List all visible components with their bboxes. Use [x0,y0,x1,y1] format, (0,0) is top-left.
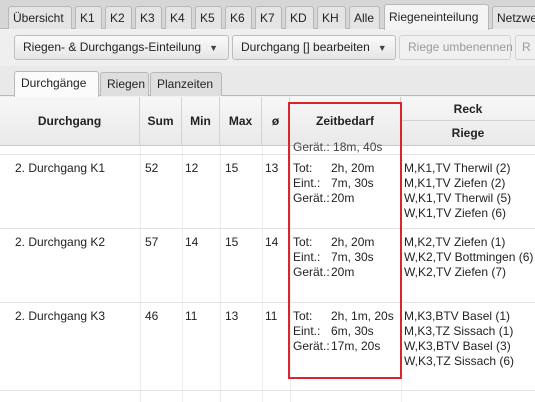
riegen-dropdown-label: Riegen- & Durchgangs-Einteilung [23,40,202,54]
riege-item[interactable]: W,K3,TZ Sissach (6) [404,354,514,369]
top-tab-bar: Übersicht K1 K2 K3 K4 K5 K6 K7 KD KH All… [0,0,535,30]
riege-item[interactable]: W,K2,TV Bottmingen (6) [404,250,533,265]
tab-k5[interactable]: K5 [195,6,222,29]
zeitbedarf-cell: Tot: 2h, 20m Eint.: 7m, 30s Gerät.:20m [293,161,375,206]
riege-item[interactable]: M,K1,TV Ziefen (2) [404,176,511,191]
sum-cell: 52 [145,161,159,175]
tab-k3[interactable]: K3 [135,6,162,29]
zeit-label: Gerät.: [293,265,330,279]
tab-netzwerk[interactable]: Netzwe [492,6,535,29]
zeit-label: Tot: [293,235,313,249]
tab-k6[interactable]: K6 [225,6,252,29]
zeit-value: 20m [331,191,355,205]
riege-item[interactable]: M,K3,TZ Sissach (1) [404,324,514,339]
tab-k4[interactable]: K4 [165,6,192,29]
table-header: Durchgang Sum Min Max ø Zeitbedarf Reck … [0,97,535,146]
zeit-value: 2h, 1m, 20s [331,309,394,323]
zeit-value: 2h, 20m [331,235,375,249]
riege-item[interactable]: W,K1,TV Therwil (5) [404,191,511,206]
durchgang-cell: 2. Durchgang K3 [15,309,106,323]
max-cell: 15 [225,235,239,249]
zeit-label: Tot: [293,161,313,175]
r-button[interactable]: R [515,35,535,60]
tab-uebersicht[interactable]: Übersicht [8,6,72,29]
tab-riegeneinteilung[interactable]: Riegeneinteilung [384,4,489,30]
header-reck[interactable]: Reck [401,97,535,121]
max-cell: 13 [225,309,239,323]
header-avg[interactable]: ø [262,97,290,146]
zeit-label: Gerät.: [293,191,330,205]
tab-kh[interactable]: KH [317,6,346,29]
zeit-value: 7m, 30s [331,250,374,264]
durchgang-dropdown-label: Durchgang [] bearbeiten [241,40,370,54]
avg-cell: 13 [265,161,279,175]
zeit-label: Tot: [293,309,313,323]
durchgang-cell: 2. Durchgang K1 [15,161,106,175]
sub-tab-bar: Durchgänge Riegen Planzeiten [0,66,535,97]
riege-item[interactable]: M,K1,TV Therwil (2) [404,161,511,176]
tab-kd[interactable]: KD [285,6,314,29]
zeitbedarf-cell: Tot: 2h, 20m Eint.: 7m, 30s Gerät.:20m [293,235,375,280]
header-riege[interactable]: Riege [401,121,535,146]
tab-riegen[interactable]: Riegen [100,72,149,96]
riege-item[interactable]: M,K2,TV Ziefen (1) [404,235,533,250]
header-max[interactable]: Max [220,97,262,146]
riege-item[interactable]: M,K3,BTV Basel (1) [404,309,514,324]
header-zeitbedarf[interactable]: Zeitbedarf [290,97,401,146]
riege-item[interactable]: W,K3,BTV Basel (3) [404,339,514,354]
zeit-label: Eint.: [293,324,321,338]
zeit-value: 2h, 20m [331,161,375,175]
sum-cell: 57 [145,235,159,249]
tab-k7[interactable]: K7 [255,6,282,29]
header-sum[interactable]: Sum [140,97,182,146]
riege-cell: M,K2,TV Ziefen (1) W,K2,TV Bottmingen (6… [404,235,533,280]
zeit-value: 17m, 20s [331,339,381,353]
min-cell: 12 [185,161,199,175]
tab-durchgaenge[interactable]: Durchgänge [14,71,99,97]
zeit-label: Gerät.: [293,339,330,353]
table-row[interactable]: 2. Durchgang K3 46 11 13 11 Tot: 2h, 1m, … [0,303,535,391]
tab-planzeiten[interactable]: Planzeiten [150,72,222,96]
riege-item[interactable]: W,K2,TV Ziefen (7) [404,265,533,280]
toolbar: Riegen- & Durchgangs-Einteilung ▼ Durchga… [0,30,535,66]
zeit-value: 7m, 30s [331,176,374,190]
min-cell: 14 [185,235,199,249]
avg-cell: 14 [265,235,279,249]
max-cell: 15 [225,161,239,175]
zeitbedarf-partial: Gerät.: 18m, 40s [293,140,383,154]
zeit-value: 20m [331,265,355,279]
riege-umbenennen-button[interactable]: Riege umbenennen [399,35,513,60]
zeit-label: Eint.: [293,250,321,264]
zeitbedarf-cell: Tot: 2h, 1m, 20s Eint.: 6m, 30s Gerät.:17m… [293,309,394,354]
table-row[interactable]: 2. Durchgang K2 57 14 15 14 Tot: 2h, 20m … [0,229,535,303]
header-durchgang[interactable]: Durchgang [0,97,140,146]
tab-k1[interactable]: K1 [75,6,102,29]
min-cell: 11 [185,309,198,323]
sum-cell: 46 [145,309,159,323]
chevron-down-icon: ▼ [377,43,387,53]
table-row-partial[interactable]: Gerät.: 18m, 40s [0,140,535,155]
riege-cell: M,K1,TV Therwil (2) M,K1,TV Ziefen (2) W… [404,161,511,221]
table-row[interactable]: 2. Durchgang K1 52 12 15 13 Tot: 2h, 20m … [0,155,535,229]
avg-cell: 11 [265,309,278,323]
durchgang-cell: 2. Durchgang K2 [15,235,106,249]
chevron-down-icon: ▼ [209,43,219,53]
durchgang-bearbeiten-dropdown[interactable]: Durchgang [] bearbeiten ▼ [232,35,396,60]
tab-alle[interactable]: Alle [349,6,380,29]
tab-k2[interactable]: K2 [105,6,132,29]
header-min[interactable]: Min [182,97,220,146]
riege-cell: M,K3,BTV Basel (1) M,K3,TZ Sissach (1) W… [404,309,514,369]
riege-item[interactable]: W,K1,TV Ziefen (6) [404,206,511,221]
durchgaenge-table: Durchgang Sum Min Max ø Zeitbedarf Reck … [0,97,535,402]
zeit-label: Eint.: [293,176,321,190]
riegen-durchgangs-einteilung-dropdown[interactable]: Riegen- & Durchgangs-Einteilung ▼ [14,35,229,60]
zeit-value: 6m, 30s [331,324,374,338]
